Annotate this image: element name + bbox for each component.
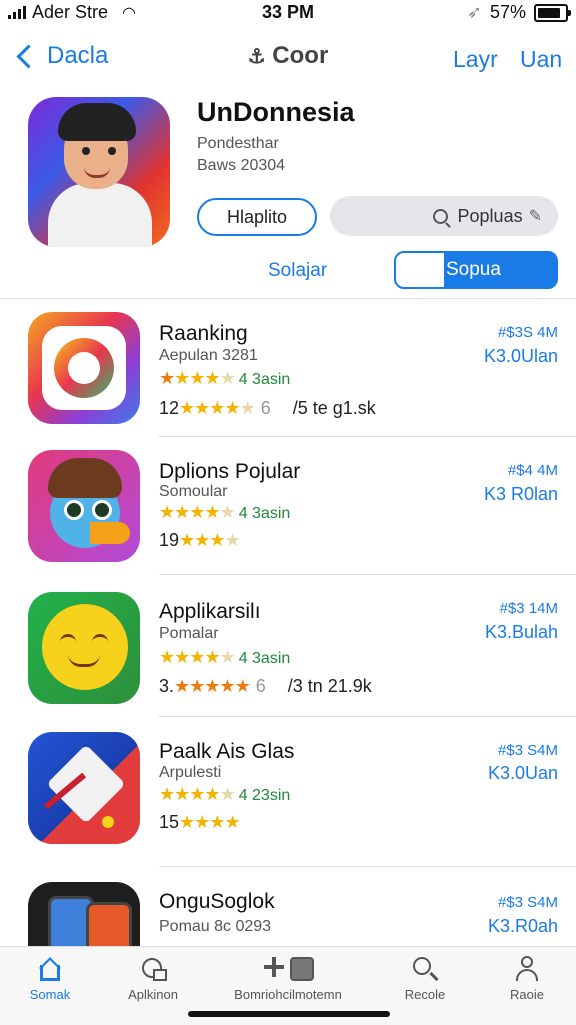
- segment-tab-2[interactable]: Sopua: [394, 251, 558, 289]
- battery-icon: [534, 3, 571, 22]
- row-separator: [159, 436, 576, 437]
- tab-apps[interactable]: Aplkinon: [98, 955, 208, 1002]
- app-price[interactable]: K3.R0ah: [488, 916, 558, 937]
- app-icon: [28, 312, 140, 424]
- app-price[interactable]: K3.0Ulan: [484, 346, 558, 367]
- get-button[interactable]: Hlaplito: [197, 198, 317, 236]
- tab-home[interactable]: Somak: [0, 955, 105, 1002]
- app-price-code: #$3 S4M: [497, 742, 558, 759]
- app-meta: 15★★★★: [159, 812, 241, 832]
- search-icon: [411, 955, 439, 983]
- search-text: Popluas: [457, 205, 523, 226]
- row-separator: [159, 716, 576, 717]
- home-icon: [36, 955, 64, 983]
- featured-app-subtitle-2: Baws 20304: [197, 157, 286, 174]
- app-price-code: #$3 14M: [499, 600, 558, 617]
- layout-button[interactable]: Layr: [453, 46, 498, 73]
- rating-stars: ★★★★★ 4 23sin: [159, 784, 291, 804]
- featured-app-icon[interactable]: [28, 97, 170, 247]
- app-icon: [28, 732, 140, 844]
- app-icon: [28, 450, 140, 562]
- app-name: Dplions Pojular: [159, 460, 301, 483]
- app-meta: 19★★★★: [159, 530, 241, 550]
- app-price[interactable]: K3.0Uan: [488, 763, 558, 784]
- pencil-icon: ✎: [528, 208, 542, 225]
- status-bar: Ader Stre ◠ 33 PM ➶ 57%: [0, 0, 576, 26]
- app-name: Paalk Ais Glas: [159, 740, 295, 763]
- app-price[interactable]: K3 R0lan: [484, 484, 558, 505]
- apps-icon: [139, 955, 167, 983]
- featured-app-subtitle: Pondesthar: [197, 135, 279, 152]
- segment-tab-1[interactable]: Solajar: [268, 260, 327, 282]
- app-name: Applikarsilı: [159, 600, 261, 623]
- app-price-code: #$4 4M: [507, 462, 558, 479]
- divider: [0, 298, 576, 299]
- app-meta: 12★★★★★ 6/5 te g1.sk: [159, 398, 376, 418]
- featured-app-title: UnDonnesia: [197, 97, 355, 127]
- app-name: OnguSoglok: [159, 890, 275, 913]
- location-icon: ➶: [466, 2, 482, 22]
- tab-profile[interactable]: Raoie: [472, 955, 576, 1002]
- app-name: Raanking: [159, 322, 248, 345]
- tab-games[interactable]: Bomriohcilmotemn: [232, 955, 344, 1002]
- search-field[interactable]: Popluas ✎: [330, 196, 558, 236]
- navigation-bar: Dacla ⚓︎ Coor Layr Uan: [0, 36, 576, 84]
- app-meta: 3.★★★★★ 6/3 tn 21.9k: [159, 676, 372, 696]
- row-separator: [159, 866, 576, 867]
- nav-right-button[interactable]: Uan: [520, 46, 562, 73]
- rating-stars: ★★★★★ 4 3asin: [159, 368, 291, 388]
- app-icon: [28, 592, 140, 704]
- row-separator: [159, 574, 576, 575]
- app-price[interactable]: K3.Bulah: [485, 622, 558, 643]
- home-indicator[interactable]: [188, 1011, 390, 1017]
- app-subtitle: Pomau 8c 0293: [159, 918, 272, 935]
- tab-search[interactable]: Recole: [370, 955, 480, 1002]
- rating-stars: ★★★★★ 4 3asin: [159, 502, 291, 522]
- app-subtitle: Somoular: [159, 483, 228, 500]
- app-subtitle: Pomalar: [159, 625, 219, 642]
- search-icon: [432, 208, 448, 224]
- rating-stars: ★★★★★ 4 3asin: [159, 647, 291, 667]
- app-subtitle: Aepulan 3281: [159, 347, 258, 364]
- games-icon: [256, 955, 320, 983]
- app-price-code: #$3S 4M: [497, 324, 558, 341]
- battery-percent: 57%: [489, 2, 526, 22]
- person-icon: [513, 955, 541, 983]
- app-subtitle: Arpulesti: [159, 764, 222, 781]
- app-price-code: #$3 S4M: [497, 894, 558, 911]
- logo-icon: ⚓︎: [247, 46, 266, 68]
